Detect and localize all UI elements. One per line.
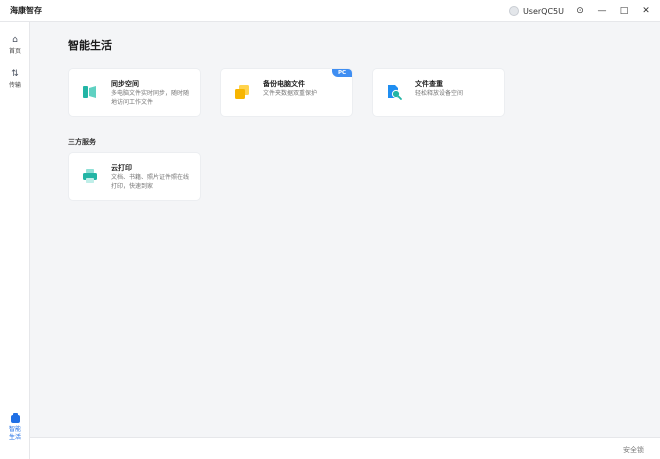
card-sync-space[interactable]: 同步空间 多电脑文件实时同步，随时随地访问工作文件 <box>69 69 200 116</box>
minimize-icon[interactable]: — <box>594 3 610 19</box>
third-party-section-title: 三方服务 <box>68 138 96 146</box>
maximize-icon[interactable]: □ <box>616 3 632 19</box>
main-content: 智能生活 同步空间 多电脑文件实时同步，随时随地访问工作文件 PC 备份电脑文件… <box>30 22 660 437</box>
card-title: 同步空间 <box>111 80 139 88</box>
user-avatar-icon[interactable] <box>508 6 519 16</box>
card-desc: 轻松释放设备空间 <box>415 90 464 97</box>
sidebar: ⌂ 首页 ⇅ 传输 智能 生活 <box>0 22 30 459</box>
transfer-icon: ⇅ <box>11 69 19 79</box>
backup-folder-icon <box>235 85 249 99</box>
close-icon[interactable]: ✕ <box>638 3 654 19</box>
sidebar-item-home[interactable]: ⌂ 首页 <box>0 34 30 56</box>
card-desc: 文件夹数据双重保护 <box>263 90 318 97</box>
card-desc: 文档、书籍、照片证件照在线打印，快速到家 <box>111 174 190 190</box>
title-bar: 海康智存 UserQC5U ⊙ — □ ✕ <box>0 0 660 22</box>
sidebar-label-line2: 生活 <box>8 434 21 441</box>
sidebar-item-label: 首页 <box>8 48 21 55</box>
page-title: 智能生活 <box>68 39 112 52</box>
title-bar-controls: UserQC5U ⊙ — □ ✕ <box>508 0 660 22</box>
app-title: 海康智存 <box>10 6 42 15</box>
card-file-dedupe[interactable]: 文件查重 轻松释放设备空间 <box>373 69 504 116</box>
sidebar-item-label: 智能 生活 <box>9 426 21 442</box>
home-icon: ⌂ <box>12 35 18 45</box>
settings-icon[interactable]: ⊙ <box>572 3 588 19</box>
card-title: 备份电脑文件 <box>263 80 305 88</box>
card-cloud-print[interactable]: 云打印 文档、书籍、照片证件照在线打印，快速到家 <box>69 153 200 200</box>
card-backup-pc-files[interactable]: PC 备份电脑文件 文件夹数据双重保护 <box>221 69 352 116</box>
safe-lock-link[interactable]: 安全锁 <box>623 445 644 455</box>
card-title: 云打印 <box>111 164 132 172</box>
sidebar-item-smart-life[interactable]: 智能 生活 <box>0 413 30 442</box>
card-title: 文件查重 <box>415 80 443 88</box>
card-desc: 多电脑文件实时同步，随时随地访问工作文件 <box>111 90 190 106</box>
pc-badge: PC <box>332 69 352 77</box>
sidebar-item-label: 传输 <box>8 82 21 89</box>
status-footer: 安全锁 <box>30 437 660 459</box>
sidebar-label-line1: 智能 <box>8 426 21 433</box>
sync-space-icon <box>83 86 96 98</box>
file-search-icon <box>388 85 402 100</box>
smart-life-icon <box>10 413 20 423</box>
username-label[interactable]: UserQC5U <box>523 7 564 16</box>
sidebar-item-transfer[interactable]: ⇅ 传输 <box>0 68 30 90</box>
printer-icon <box>83 169 97 183</box>
